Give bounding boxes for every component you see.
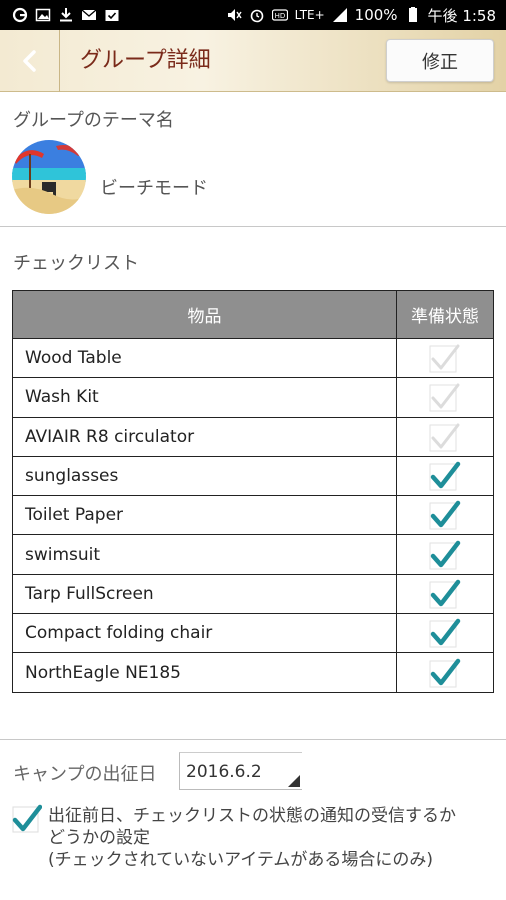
notification-checkbox[interactable]	[12, 804, 43, 834]
item-status-cell	[396, 455, 494, 497]
item-name: NorthEagle NE185	[12, 652, 397, 693]
signal-icon	[332, 7, 348, 23]
chevron-left-icon	[22, 50, 36, 72]
svg-text:HD: HD	[274, 12, 285, 20]
item-status-cell	[396, 377, 494, 418]
check-icon	[429, 618, 461, 648]
check-icon	[429, 658, 461, 688]
check-icon	[429, 383, 460, 412]
checklist-table: 物品 準備状態 Wood Table Wash Kit AVIAIR R8 circ…	[12, 290, 494, 693]
table-row: sunglasses	[12, 455, 494, 497]
checked-checkbox[interactable]	[429, 657, 461, 689]
checklist-section-label: チェックリスト	[13, 253, 139, 274]
notification-description: 出征前日、チェックリストの状態の通知の受信するか どうかの設定 (チェックされて…	[48, 805, 498, 871]
item-status-cell	[396, 652, 494, 693]
checked-checkbox[interactable]	[429, 617, 461, 649]
check-icon	[12, 804, 43, 833]
checked-checkbox[interactable]	[429, 499, 461, 531]
item-name: Tarp FullScreen	[12, 573, 397, 615]
divider	[0, 226, 506, 227]
table-row: Wood Table	[12, 337, 494, 379]
divider	[0, 739, 506, 740]
item-name: Wood Table	[12, 337, 397, 379]
battery-icon	[405, 7, 421, 23]
unchecked-checkbox[interactable]	[429, 421, 461, 453]
column-header-status: 準備状態	[396, 290, 494, 339]
table-row: swimsuit	[12, 534, 494, 575]
status-left	[12, 7, 120, 23]
theme-name: ビーチモード	[100, 178, 208, 199]
item-name: sunglasses	[12, 455, 397, 497]
check-icon	[429, 461, 461, 491]
check-icon	[429, 579, 461, 609]
network-type: LTE+	[294, 8, 325, 22]
item-name: Toilet Paper	[12, 495, 397, 536]
table-row: Compact folding chair	[12, 613, 494, 654]
column-header-item: 物品	[12, 290, 397, 339]
edit-button[interactable]: 修正	[386, 39, 494, 82]
battery-percent: 100%	[354, 6, 398, 24]
item-status-cell	[396, 534, 494, 575]
mail-icon	[81, 7, 97, 23]
checked-checkbox[interactable]	[429, 539, 461, 571]
notification-line-2: どうかの設定	[48, 828, 150, 848]
departure-date-select[interactable]: 2016.6.2	[179, 752, 302, 790]
download-icon	[58, 7, 74, 23]
theme-image	[12, 140, 86, 214]
departure-date-label: キャンプの出征日	[13, 764, 157, 785]
checklist-body: Wood Table Wash Kit AVIAIR R8 circulator su…	[12, 337, 494, 693]
item-status-cell	[396, 495, 494, 536]
table-row: Toilet Paper	[12, 495, 494, 536]
table-row: NorthEagle NE185	[12, 652, 494, 693]
departure-date-value: 2016.6.2	[186, 762, 262, 782]
item-name: Wash Kit	[12, 377, 397, 418]
inbox-check-icon	[104, 7, 120, 23]
table-header-row: 物品 準備状態	[12, 290, 494, 339]
page-title: グループ詳細	[80, 48, 211, 73]
clock: 午後 1:58	[427, 6, 496, 25]
mute-icon	[226, 7, 242, 23]
table-row: AVIAIR R8 circulator	[12, 416, 494, 457]
checked-checkbox[interactable]	[429, 578, 461, 610]
hd-voice-icon: HD	[271, 7, 288, 23]
item-status-cell	[396, 416, 494, 457]
unchecked-checkbox[interactable]	[429, 381, 461, 413]
check-icon	[429, 344, 460, 373]
check-icon	[429, 423, 460, 452]
item-status-cell	[396, 613, 494, 654]
checked-checkbox[interactable]	[429, 460, 461, 492]
dropdown-corner-icon	[288, 775, 300, 787]
item-name: AVIAIR R8 circulator	[12, 416, 397, 457]
check-icon	[429, 540, 461, 570]
unchecked-checkbox[interactable]	[429, 342, 461, 374]
table-row: Wash Kit	[12, 377, 494, 418]
alarm-icon	[249, 7, 265, 23]
status-bar: HD LTE+ 100% 午後 1:58	[0, 0, 506, 30]
item-name: swimsuit	[12, 534, 397, 575]
status-right: HD LTE+ 100% 午後 1:58	[226, 5, 496, 26]
notification-line-1: 出征前日、チェックリストの状態の通知の受信するか	[48, 806, 456, 826]
item-status-cell	[396, 573, 494, 615]
theme-section-label: グループのテーマ名	[13, 110, 174, 131]
notification-line-3: (チェックされていないアイテムがある場合にのみ)	[48, 850, 434, 870]
sync-app-icon	[12, 7, 28, 23]
table-row: Tarp FullScreen	[12, 573, 494, 615]
item-status-cell	[396, 337, 494, 379]
item-name: Compact folding chair	[12, 613, 397, 654]
back-button[interactable]	[0, 30, 60, 92]
app-header: グループ詳細 修正	[0, 30, 506, 92]
image-icon	[35, 7, 51, 23]
check-icon	[429, 501, 461, 530]
